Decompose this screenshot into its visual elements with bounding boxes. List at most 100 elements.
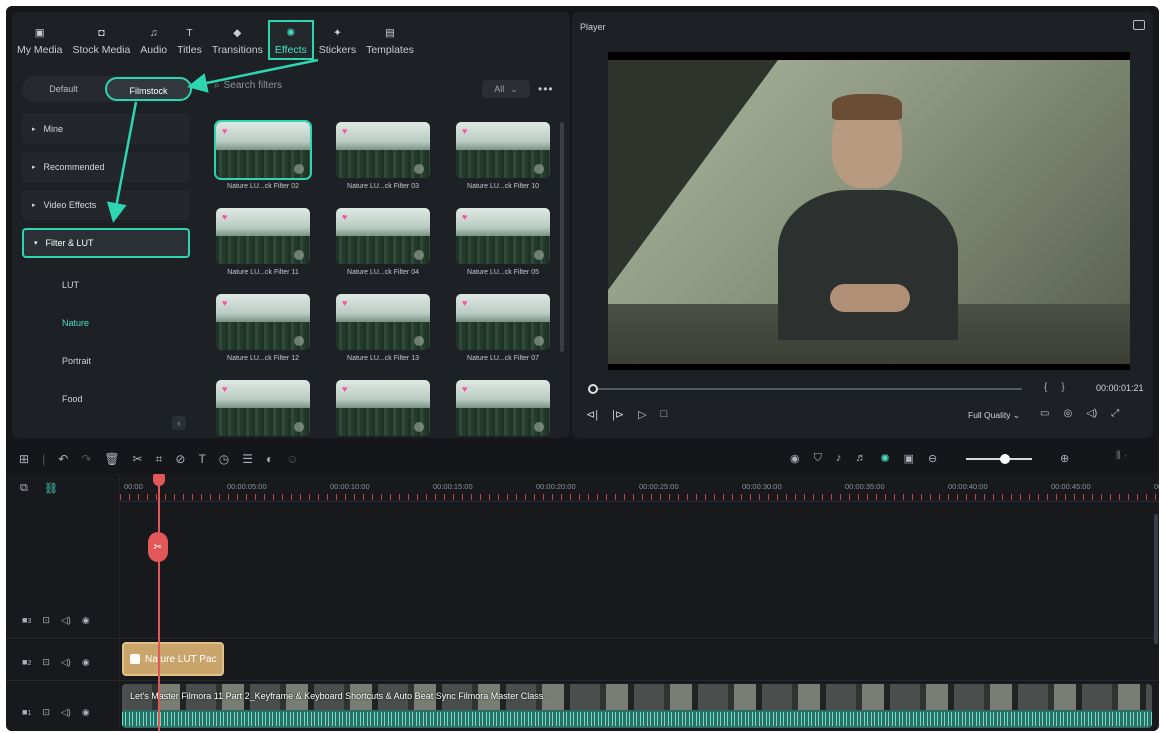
effect-card[interactable]: ♥ Nature LU...ck Filter 11 — [208, 208, 318, 294]
lock-icon[interactable]: ⊡ — [42, 615, 50, 626]
scissor-icon[interactable]: ✂ — [148, 532, 168, 562]
snapshot-view-icon[interactable] — [1133, 20, 1145, 30]
delete-icon[interactable]: 🗑 — [104, 452, 119, 466]
lock-icon[interactable]: ⊡ — [42, 657, 50, 668]
camera-icon[interactable]: ◎ — [1063, 408, 1072, 419]
video-preview[interactable] — [608, 52, 1130, 370]
lut-clip[interactable]: Nature LUT Pac — [122, 642, 224, 676]
download-icon[interactable] — [414, 336, 424, 346]
zoom-slider[interactable] — [966, 454, 1032, 464]
sidebar-item-recommended[interactable]: ▸ Recommended — [22, 152, 190, 182]
snap-icon[interactable]: ✺ — [880, 452, 889, 465]
cut-icon[interactable]: ✂ — [133, 452, 143, 466]
download-icon[interactable] — [534, 250, 544, 260]
play-icon[interactable]: ▷ — [638, 408, 646, 421]
time-ruler[interactable]: 00:00 00:00:05:00 00:00:10:00 00:00:15:00 00… — [120, 474, 1159, 502]
add-track-icon[interactable]: ⧉ — [20, 482, 28, 495]
filter-dropdown[interactable]: All ⌄ — [482, 80, 530, 98]
timeline-scrollbar[interactable] — [1154, 514, 1158, 644]
download-icon[interactable] — [414, 164, 424, 174]
color-icon[interactable]: ◐ — [266, 452, 273, 466]
eye-icon[interactable]: ◉ — [82, 657, 90, 668]
quality-dropdown[interactable]: Full Quality ⌄ — [968, 410, 1020, 421]
effect-card[interactable]: ♥ Nature LU...ck Filter 02 — [208, 120, 318, 208]
playhead-handle[interactable] — [153, 474, 165, 486]
subitem-food[interactable]: Food — [22, 380, 190, 418]
mark-in-out[interactable]: {} — [1044, 382, 1079, 393]
video-clip[interactable]: Let's Master Filmora 11 Part 2_Keyframe … — [122, 684, 1152, 728]
subitem-nature[interactable]: Nature — [22, 304, 190, 342]
undo-icon[interactable]: ↶ — [58, 452, 68, 466]
progress-knob[interactable] — [588, 384, 598, 394]
sidebar-item-video-effects[interactable]: ▸ Video Effects — [22, 190, 190, 220]
download-icon[interactable] — [294, 250, 304, 260]
eye-icon[interactable]: ◉ — [82, 615, 90, 626]
render-icon[interactable]: ◉ — [790, 452, 800, 465]
ai-icon[interactable]: ☺ — [286, 452, 298, 466]
tab-transitions[interactable]: ◆ Transitions — [207, 12, 268, 68]
eye-icon[interactable]: ◉ — [82, 707, 90, 718]
mute-icon[interactable]: ◁) — [61, 615, 71, 626]
link-icon[interactable]: ⛓ — [44, 482, 58, 495]
zoom-in-icon[interactable]: ⊕ — [1060, 452, 1069, 465]
tab-effects[interactable]: ✺ Effects — [267, 20, 314, 60]
subitem-portrait[interactable]: Portrait — [22, 342, 190, 380]
layout-icon[interactable]: ⊞ — [19, 452, 29, 466]
lock-icon[interactable]: ⊡ — [42, 707, 50, 718]
tab-stock-media[interactable]: ◘ Stock Media — [68, 12, 136, 68]
download-icon[interactable] — [294, 336, 304, 346]
text-tool-icon[interactable]: T — [198, 452, 205, 466]
sidebar-item-mine[interactable]: ▸ Mine — [22, 114, 190, 144]
monitor-icon[interactable]: ▭ — [1040, 408, 1049, 419]
tab-filmstock[interactable]: Filmstock — [105, 77, 192, 101]
mute-icon[interactable]: ◁) — [61, 657, 71, 668]
shield-icon[interactable]: ⛉ — [814, 452, 822, 465]
download-icon[interactable] — [294, 422, 304, 432]
download-icon[interactable] — [534, 336, 544, 346]
effect-card[interactable]: ♥ Nature LU...ck Filter 07 — [448, 294, 558, 380]
effect-card[interactable]: ♥ Nature LU...ck Filter 03 — [328, 122, 438, 208]
playhead[interactable] — [158, 474, 160, 731]
download-icon[interactable] — [414, 250, 424, 260]
mute-icon[interactable]: ◁) — [61, 707, 71, 718]
playback-progress[interactable] — [588, 384, 1022, 394]
volume-icon[interactable]: ◁) — [1086, 408, 1097, 419]
previous-frame-icon[interactable]: ⊲| — [586, 408, 598, 421]
download-icon[interactable] — [294, 164, 304, 174]
effect-card[interactable]: ♥ Nature LU...ck Filter 13 — [328, 294, 438, 380]
collapse-sidebar-icon[interactable]: ‹ — [172, 416, 186, 430]
subtitle-icon[interactable]: ▣ — [904, 452, 914, 465]
tab-default[interactable]: Default — [22, 77, 105, 101]
mask-icon[interactable]: ⊘ — [175, 452, 185, 466]
zoom-knob[interactable] — [1000, 454, 1010, 464]
next-frame-icon[interactable]: |⊳ — [612, 408, 624, 421]
speed-icon[interactable]: ◷ — [219, 452, 229, 466]
zoom-out-icon[interactable]: ⊖ — [928, 452, 937, 465]
search-field[interactable]: ⌕ Search filters — [214, 80, 282, 91]
tab-templates[interactable]: ▤ Templates — [361, 12, 419, 68]
effect-card[interactable]: ♥ Nature LU...ck Filter 05 — [448, 208, 558, 294]
adjust-icon[interactable]: ☰ — [242, 452, 253, 466]
download-icon[interactable] — [414, 422, 424, 432]
effect-card[interactable]: ♥ Nature LU...ck Filter 10 — [448, 122, 558, 208]
tab-titles[interactable]: T Titles — [172, 12, 207, 68]
effect-card[interactable]: ♥ Nature LU...ck Filter 04 — [328, 208, 438, 294]
library-scrollbar[interactable] — [560, 122, 564, 352]
tab-audio[interactable]: ♫ Audio — [135, 12, 172, 68]
crop-icon[interactable]: ⌗ — [156, 452, 163, 467]
subitem-lut[interactable]: LUT — [22, 266, 190, 304]
download-icon[interactable] — [534, 164, 544, 174]
more-options-button[interactable]: ••• — [538, 82, 554, 96]
stop-icon[interactable]: □ — [661, 408, 668, 421]
tab-my-media[interactable]: ▣ My Media — [12, 12, 68, 68]
music-icon[interactable]: ♬ — [855, 452, 866, 465]
fullscreen-icon[interactable]: ⤢ — [1111, 408, 1119, 419]
sidebar-item-filter-lut[interactable]: ▾ Filter & LUT — [22, 228, 190, 258]
download-icon[interactable] — [534, 422, 544, 432]
effect-card[interactable]: ♥ Nature LU...ck Filter 12 — [208, 294, 318, 380]
track-settings-icon[interactable]: ⫴ · — [1116, 450, 1127, 463]
tab-stickers[interactable]: ✦ Stickers — [314, 12, 361, 68]
ruler-tick: 00:00:35:00 — [845, 482, 885, 491]
mic-icon[interactable]: ♪ — [836, 452, 842, 465]
redo-icon[interactable]: ↷ — [81, 452, 91, 466]
